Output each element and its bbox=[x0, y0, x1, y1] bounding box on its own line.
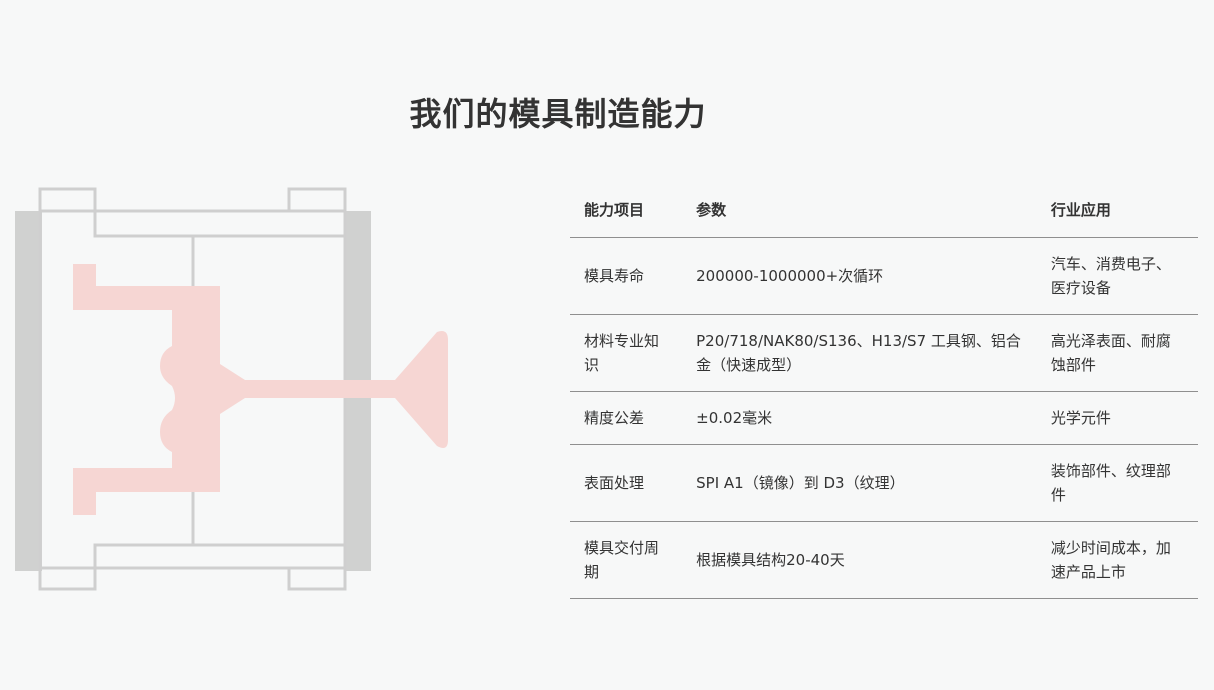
cell-param: ±0.02毫米 bbox=[682, 391, 1037, 445]
cell-param: 200000-1000000+次循环 bbox=[682, 237, 1037, 315]
cell-application: 光学元件 bbox=[1036, 391, 1198, 445]
cell-application: 汽车、消费电子、医疗设备 bbox=[1036, 237, 1198, 315]
table-row: 精度公差 ±0.02毫米 光学元件 bbox=[570, 391, 1198, 445]
cell-param: P20/718/NAK80/S136、H13/S7 工具钢、铝合金（快速成型） bbox=[682, 314, 1037, 392]
mold-illustration bbox=[15, 187, 448, 591]
cell-item: 模具交付周期 bbox=[570, 521, 683, 599]
table-row: 材料专业知识 P20/718/NAK80/S136、H13/S7 工具钢、铝合金… bbox=[570, 314, 1198, 392]
mold-left-plate bbox=[15, 211, 42, 571]
cell-param: SPI A1（镜像）到 D3（纹理） bbox=[682, 444, 1037, 522]
cell-application: 装饰部件、纹理部件 bbox=[1036, 444, 1198, 522]
molded-part bbox=[73, 264, 448, 515]
cell-item: 表面处理 bbox=[570, 444, 683, 522]
table-header-row: 能力项目 参数 行业应用 bbox=[570, 182, 1198, 238]
cell-param: 根据模具结构20-40天 bbox=[682, 521, 1037, 599]
cell-item: 精度公差 bbox=[570, 391, 683, 445]
table-row: 表面处理 SPI A1（镜像）到 D3（纹理） 装饰部件、纹理部件 bbox=[570, 444, 1198, 522]
page-title: 我们的模具制造能力 bbox=[409, 95, 707, 133]
header-param: 参数 bbox=[682, 182, 1037, 238]
cell-item: 材料专业知识 bbox=[570, 314, 683, 392]
table-row: 模具寿命 200000-1000000+次循环 汽车、消费电子、医疗设备 bbox=[570, 237, 1198, 315]
table-row: 模具交付周期 根据模具结构20-40天 减少时间成本，加速产品上市 bbox=[570, 521, 1198, 599]
capability-table: 能力项目 参数 行业应用 模具寿命 200000-1000000+次循环 汽车、… bbox=[570, 182, 1198, 599]
cell-application: 减少时间成本，加速产品上市 bbox=[1036, 521, 1198, 599]
header-item: 能力项目 bbox=[570, 182, 683, 238]
header-application: 行业应用 bbox=[1036, 182, 1198, 238]
cell-item: 模具寿命 bbox=[570, 237, 683, 315]
cell-application: 高光泽表面、耐腐蚀部件 bbox=[1036, 314, 1198, 392]
